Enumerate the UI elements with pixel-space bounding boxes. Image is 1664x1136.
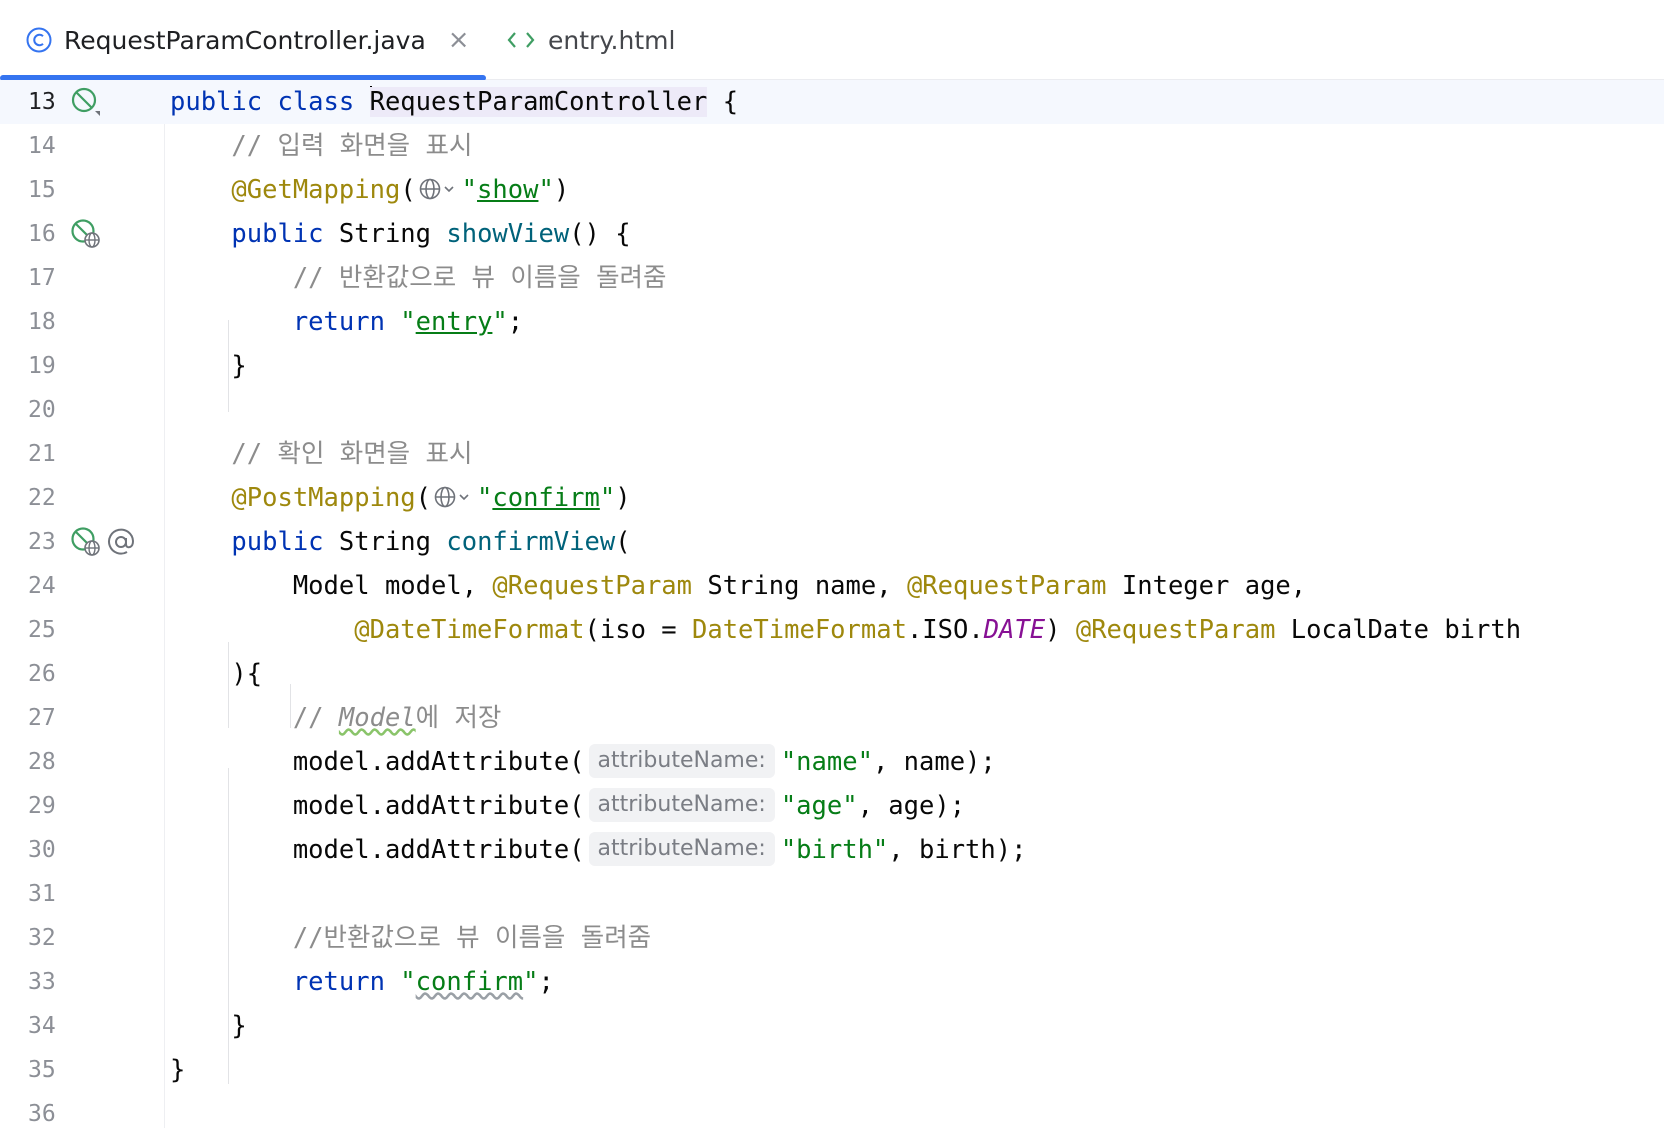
line-number: 34 <box>28 1013 56 1039</box>
code-text: } <box>231 351 247 381</box>
close-icon[interactable]: × <box>448 25 470 55</box>
code-text: //반환값으로 뷰 이름을 돌려줌 <box>292 923 652 953</box>
code-line: 21 // 확인 화면을 표시 <box>0 432 1664 476</box>
line-number: 30 <box>28 837 56 863</box>
code-text: } <box>170 1055 186 1085</box>
code-text: return "entry"; <box>292 307 524 337</box>
editor-tab-bar: RequestParamController.java × entry.html <box>0 0 1664 81</box>
line-number: 22 <box>28 485 56 511</box>
code-editor[interactable]: 13 public class RequestParamController {… <box>0 80 1664 1128</box>
code-text: @GetMapping("show") <box>231 175 570 205</box>
code-line: 22 @PostMapping("confirm") <box>0 476 1664 520</box>
code-line: 26 ){ <box>0 652 1664 696</box>
code-line: 31 <box>0 872 1664 916</box>
line-number: 33 <box>28 969 56 995</box>
code-line: 33 return "confirm"; <box>0 960 1664 1004</box>
parameter-hint: attributeName: <box>588 744 775 778</box>
code-text: model.addAttribute(attributeName: "name",… <box>170 740 996 784</box>
globe-icon[interactable] <box>418 176 460 202</box>
line-number: 17 <box>28 265 56 291</box>
tab-request-param-controller[interactable]: RequestParamController.java × <box>0 0 486 81</box>
code-line: 36 <box>0 1092 1664 1136</box>
code-text: model.addAttribute(attributeName: "age", … <box>170 784 965 828</box>
code-text: Model model, @RequestParam String name, … <box>292 571 1307 601</box>
code-line: 17 // 반환값으로 뷰 이름을 돌려줌 <box>0 256 1664 300</box>
line-number: 32 <box>28 925 56 951</box>
code-text: // 확인 화면을 표시 <box>231 439 473 469</box>
tab-entry-html[interactable]: entry.html <box>506 0 675 80</box>
request-mapping-icon[interactable] <box>70 218 102 250</box>
code-line: 27 // Model에 저장 <box>0 696 1664 740</box>
code-line: 28 model.addAttribute(attributeName: "nam… <box>0 740 1664 784</box>
code-line: 13 public class RequestParamController { <box>0 80 1664 124</box>
code-line: 15 @GetMapping("show") <box>0 168 1664 212</box>
html-icon <box>506 29 536 51</box>
code-line: 23 public String confirmView( <box>0 520 1664 564</box>
line-number: 26 <box>28 661 56 687</box>
class-icon <box>26 27 52 53</box>
tab-label: entry.html <box>548 25 676 55</box>
code-line: 32 //반환값으로 뷰 이름을 돌려줌 <box>0 916 1664 960</box>
line-number: 36 <box>28 1101 56 1127</box>
request-mapping-icon[interactable] <box>70 526 102 558</box>
line-number: 24 <box>28 573 56 599</box>
code-text: @DateTimeFormat(iso = DateTimeFormat.ISO… <box>354 615 1522 645</box>
line-number: 35 <box>28 1057 56 1083</box>
code-line: 24 Model model, @RequestParam String nam… <box>0 564 1664 608</box>
code-text: @PostMapping("confirm") <box>231 483 631 513</box>
code-text: // 반환값으로 뷰 이름을 돌려줌 <box>292 263 667 293</box>
globe-icon[interactable] <box>433 484 475 510</box>
code-line: 16 public String showView() { <box>0 212 1664 256</box>
code-line: 30 model.addAttribute(attributeName: "bir… <box>0 828 1664 872</box>
line-number: 31 <box>28 881 56 907</box>
line-number: 23 <box>28 529 56 555</box>
code-text: public class RequestParamController { <box>170 86 739 117</box>
code-text: } <box>231 1011 247 1041</box>
line-number: 27 <box>28 705 56 731</box>
line-number: 19 <box>28 353 56 379</box>
at-sign-icon[interactable] <box>105 526 137 558</box>
code-line: 20 <box>0 388 1664 432</box>
parameter-hint: attributeName: <box>588 832 775 866</box>
gutter-icons <box>70 526 137 558</box>
code-line: 18 return "entry"; <box>0 300 1664 344</box>
tab-label: RequestParamController.java <box>64 25 426 55</box>
line-number: 28 <box>28 749 56 775</box>
line-number: 15 <box>28 177 56 203</box>
code-text: return "confirm"; <box>292 967 554 997</box>
gutter-icons <box>70 218 102 250</box>
no-mapping-icon[interactable] <box>70 86 102 118</box>
gutter-icons <box>70 86 102 118</box>
code-line: 35 } <box>0 1048 1664 1092</box>
code-text: public String showView() { <box>231 219 631 249</box>
code-line: 25 @DateTimeFormat(iso = DateTimeFormat.… <box>0 608 1664 652</box>
code-text: model.addAttribute(attributeName: "birth"… <box>170 828 1026 872</box>
code-text: // Model에 저장 <box>292 703 502 733</box>
line-number: 13 <box>28 89 56 115</box>
code-line: 14 // 입력 화면을 표시 <box>0 124 1664 168</box>
line-number: 14 <box>28 133 56 159</box>
line-number: 18 <box>28 309 56 335</box>
code-line: 29 model.addAttribute(attributeName: "age… <box>0 784 1664 828</box>
line-number: 20 <box>28 397 56 423</box>
line-number: 25 <box>28 617 56 643</box>
code-text: public String confirmView( <box>231 527 631 557</box>
parameter-hint: attributeName: <box>588 788 775 822</box>
line-number: 21 <box>28 441 56 467</box>
code-line: 34 } <box>0 1004 1664 1048</box>
code-line: 19 } <box>0 344 1664 388</box>
code-text: // 입력 화면을 표시 <box>231 131 473 161</box>
line-number: 16 <box>28 221 56 247</box>
code-text: ){ <box>231 659 263 689</box>
line-number: 29 <box>28 793 56 819</box>
